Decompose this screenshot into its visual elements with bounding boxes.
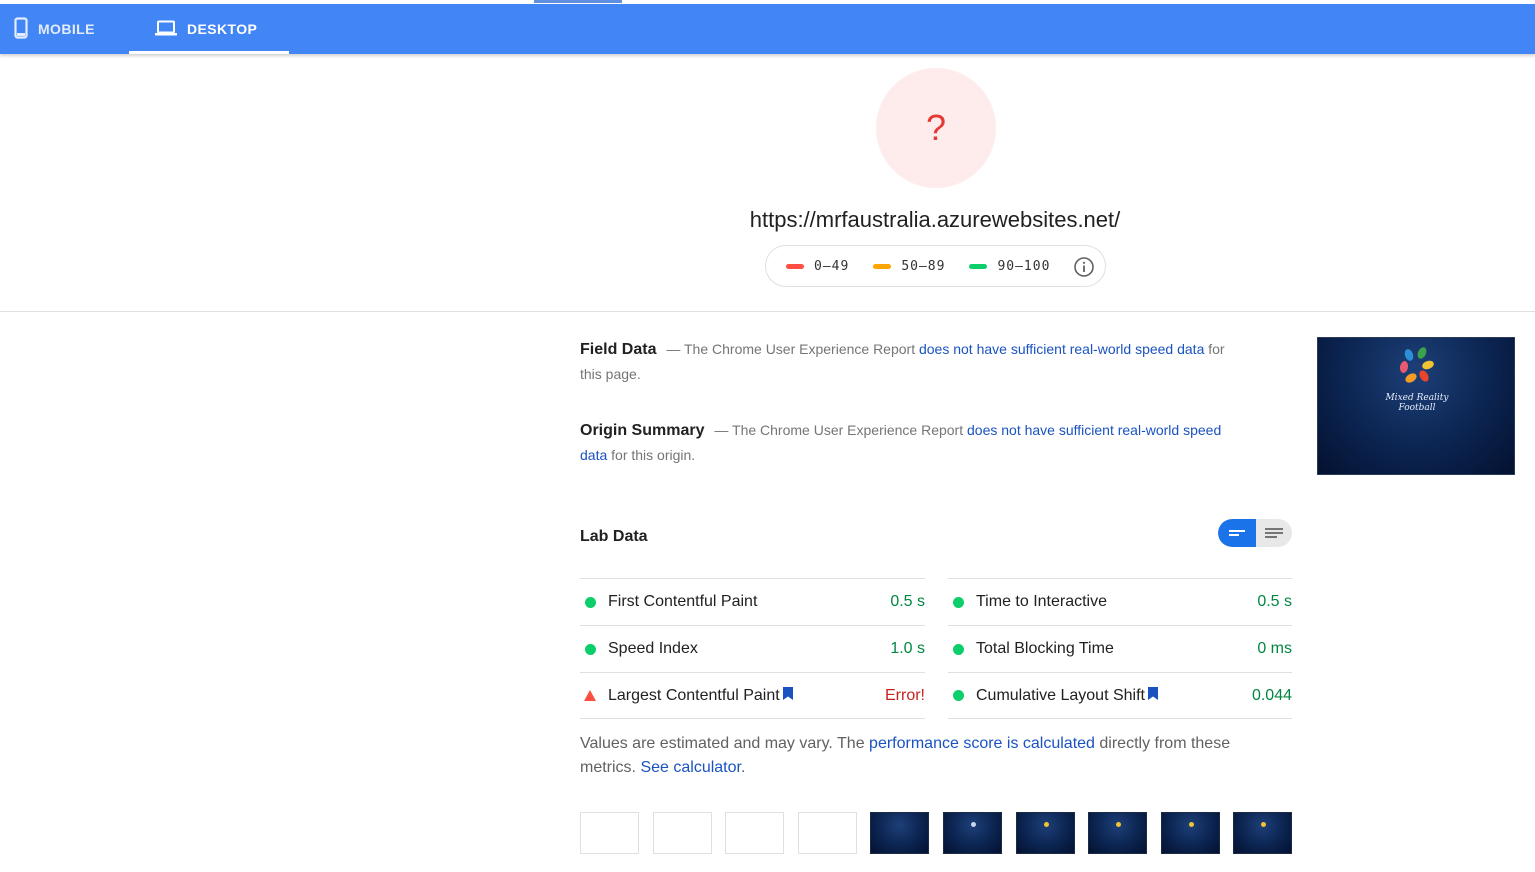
expanded-view-button[interactable] [1256, 519, 1292, 547]
filmstrip-frame [652, 812, 712, 854]
footnote-text: Values are estimated and may vary. The [580, 735, 865, 752]
metric-value: 0.5 s [1257, 593, 1292, 610]
metric-first-contentful-paint[interactable]: First Contentful Paint 0.5 s [580, 578, 925, 625]
legend-item-fail: 0–49 [786, 259, 849, 274]
frame-logo-mark [1261, 822, 1267, 827]
filmstrip-frame [1015, 812, 1075, 854]
legend-swatch-orange [873, 263, 892, 269]
metric-name: Total Blocking Time [976, 640, 1114, 657]
filmstrip-frame [1160, 812, 1220, 854]
field-data-link[interactable]: does not have sufficient real-world spee… [919, 341, 1204, 357]
screenshot-title-line2: Football [1398, 403, 1436, 413]
origin-summary-prefix: — The Chrome User Experience Report [714, 422, 964, 438]
metric-total-blocking-time[interactable]: Total Blocking Time 0 ms [948, 625, 1292, 672]
legend-swatch-green [969, 263, 988, 269]
metric-name: First Contentful Paint [608, 593, 758, 610]
score-value: ? [925, 107, 947, 148]
metrics-column-left: First Contentful Paint 0.5 s Speed Index… [580, 578, 925, 719]
pass-dot-icon [953, 643, 964, 655]
tab-desktop[interactable]: DESKTOP [129, 4, 289, 54]
pass-dot-icon [585, 643, 596, 655]
bookmark-icon [1147, 686, 1158, 705]
metric-value: 0.044 [1251, 686, 1292, 704]
score-legend: 0–49 50–89 90–100 [765, 245, 1106, 287]
bookmark-icon [782, 686, 793, 705]
field-data-title: Field Data [580, 341, 657, 358]
legend-label: 90–100 [997, 258, 1051, 274]
see-calculator-link[interactable]: See calculator [640, 759, 741, 776]
performance-score-gauge: ? [876, 68, 996, 188]
legend-swatch-red [786, 263, 804, 269]
metric-time-to-interactive[interactable]: Time to Interactive 0.5 s [948, 578, 1292, 625]
footnote-text: . [740, 759, 746, 776]
origin-summary-section: Origin Summary — The Chrome User Experie… [580, 418, 1250, 467]
metric-value: 0.5 s [890, 593, 925, 610]
metric-name: Cumulative Layout Shift [976, 686, 1145, 704]
metric-value: 1.0 s [890, 640, 925, 657]
metric-name: Largest Contentful Paint [608, 686, 780, 704]
metric-name: Time to Interactive [976, 593, 1108, 610]
legend-label: 50–89 [901, 258, 946, 274]
field-data-prefix: — The Chrome User Experience Report [666, 341, 916, 357]
metric-value: Error! [885, 686, 925, 704]
page-url: https://mrfaustralia.azurewebsites.net/ [749, 207, 1121, 232]
origin-summary-title: Origin Summary [580, 422, 705, 439]
filmstrip-frame [942, 812, 1002, 854]
metrics-column-right: Time to Interactive 0.5 s Total Blocking… [948, 578, 1292, 719]
lab-data-footnote: Values are estimated and may vary. The p… [580, 732, 1280, 780]
laptop-icon [155, 20, 187, 39]
final-screenshot: Mixed Reality Football [1317, 337, 1515, 475]
info-icon[interactable] [1073, 256, 1095, 282]
device-tabbar: MOBILE DESKTOP [0, 4, 1535, 54]
filmstrip-frame [1088, 812, 1148, 854]
tab-mobile-label: MOBILE [38, 21, 95, 37]
fail-triangle-icon [584, 690, 596, 701]
metric-name: Speed Index [608, 640, 698, 657]
metric-speed-index[interactable]: Speed Index 1.0 s [580, 625, 925, 672]
legend-label: 0–49 [814, 258, 850, 274]
frame-logo-mark [1188, 822, 1194, 827]
header-divider [0, 311, 1535, 312]
frame-logo-mark [970, 822, 976, 827]
performance-score-link[interactable]: performance score is calculated [869, 735, 1095, 752]
filmstrip-frame [1233, 812, 1293, 854]
metric-value: 0 ms [1257, 640, 1292, 657]
legend-item-average: 50–89 [873, 259, 945, 274]
tab-mobile[interactable]: MOBILE [14, 4, 95, 54]
filmstrip-frame [870, 812, 930, 854]
filmstrip-frame [797, 812, 857, 854]
compact-view-button[interactable] [1218, 519, 1256, 547]
filmstrip-frame [725, 812, 785, 854]
screenshot-title-line1: Mixed Reality [1385, 393, 1449, 403]
origin-summary-suffix: for this origin. [611, 447, 696, 463]
screenshot-site-title: Mixed Reality Football [1318, 393, 1514, 413]
pass-dot-icon [953, 596, 964, 608]
frame-logo-mark [1043, 822, 1049, 827]
expanded-list-icon [1265, 528, 1283, 538]
filmstrip [580, 812, 1293, 854]
legend-item-pass: 90–100 [969, 259, 1050, 274]
pass-dot-icon [585, 596, 596, 608]
compact-list-icon [1229, 530, 1245, 536]
metric-largest-contentful-paint[interactable]: Largest Contentful Paint Error! [580, 672, 925, 719]
progress-indicator [534, 0, 622, 3]
filmstrip-frame [580, 812, 639, 854]
pass-dot-icon [953, 690, 964, 701]
lab-data-title: Lab Data [580, 528, 648, 545]
metric-cumulative-layout-shift[interactable]: Cumulative Layout Shift 0.044 [948, 672, 1292, 719]
frame-logo-mark [1116, 822, 1122, 827]
field-data-section: Field Data — The Chrome User Experience … [580, 337, 1250, 386]
metrics-view-toggle[interactable] [1218, 519, 1292, 547]
tab-desktop-label: DESKTOP [187, 21, 258, 37]
phone-icon [14, 16, 38, 42]
